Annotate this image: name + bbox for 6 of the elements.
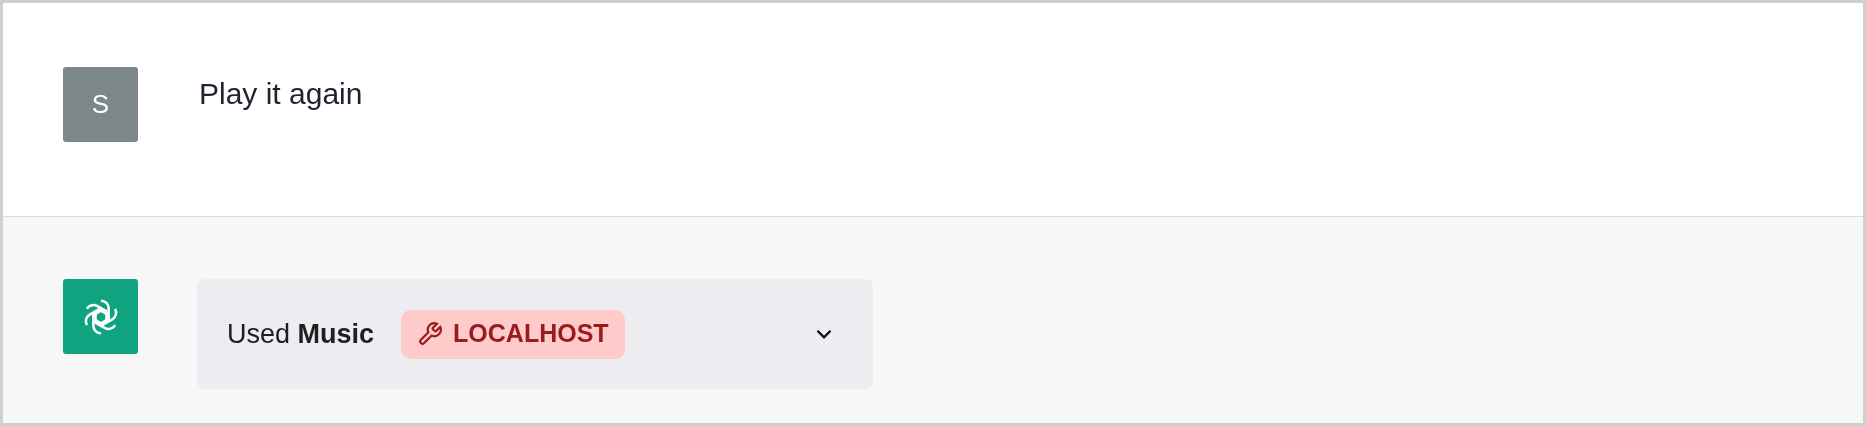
wrench-icon [417, 321, 444, 347]
user-avatar: S [63, 67, 138, 142]
localhost-tag: LOCALHOST [401, 309, 625, 359]
tool-label: Used Music [227, 317, 375, 351]
tool-usage-dropdown[interactable]: Used Music LOCALHOST [197, 279, 873, 389]
message-text: Play it again [199, 76, 363, 112]
